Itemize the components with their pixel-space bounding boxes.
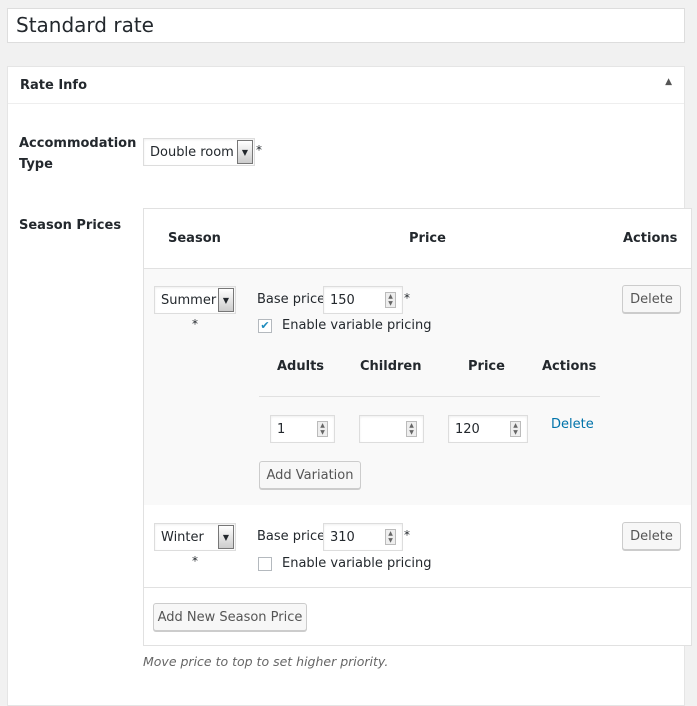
children-input[interactable]: ▲ ▼ [359,415,424,443]
rate-title-input[interactable]: Standard rate [7,8,685,43]
required-marker: * [192,317,198,331]
chevron-down-icon: ▼ [218,525,234,549]
price-header: Price [409,231,446,246]
chevron-down-icon: ▼ [237,140,253,164]
panel-header[interactable]: Rate Info ▲ [8,67,684,104]
variation-price-header: Price [468,359,505,374]
season-header: Season [168,231,221,246]
value: 120 [455,421,480,437]
selected-value: Double room [150,144,234,160]
selected-value: Winter [161,529,204,545]
variation-actions-header: Actions [542,359,597,374]
accommodation-type-label: Accommodation Type [19,136,137,172]
season-select-winter[interactable]: Winter ▼ [154,523,236,551]
season-select-summer[interactable]: Summer ▼ [154,286,236,314]
value: 1 [277,421,286,437]
add-variation-button[interactable]: Add Variation [259,461,361,489]
triangle-up-icon[interactable]: ▲ [665,77,672,87]
spinner-icon[interactable]: ▲ ▼ [317,421,328,437]
spinner-icon[interactable]: ▲ ▼ [510,421,521,437]
required-marker: * [256,143,262,157]
delete-season-button[interactable]: Delete [622,285,681,313]
variable-pricing-checkbox[interactable]: ✔ [258,319,272,333]
spinner-icon[interactable]: ▲ ▼ [385,529,396,545]
priority-hint: Move price to top to set higher priority… [143,654,389,669]
children-header: Children [360,359,422,374]
actions-header: Actions [623,231,678,246]
value: 310 [330,529,355,545]
variable-pricing-label: Enable variable pricing [282,556,432,571]
variable-pricing-checkbox[interactable] [258,557,272,571]
chevron-down-icon: ▼ [218,288,234,312]
base-price-label: Base price [257,529,326,544]
base-price-label: Base price [257,292,326,307]
variable-pricing-label: Enable variable pricing [282,318,432,333]
adults-header: Adults [277,359,325,374]
panel-heading: Rate Info [20,78,88,93]
required-marker: * [404,528,410,542]
delete-season-button[interactable]: Delete [622,522,681,550]
base-price-input[interactable]: 310 ▲ ▼ [323,523,403,551]
spinner-icon[interactable]: ▲ ▼ [385,292,396,308]
required-marker: * [404,291,410,305]
adults-input[interactable]: 1 ▲ ▼ [270,415,335,443]
season-prices-label: Season Prices [19,218,122,233]
delete-variation-link[interactable]: Delete [551,417,594,432]
required-marker: * [192,554,198,568]
add-new-season-price-button[interactable]: Add New Season Price [153,603,307,631]
spinner-icon[interactable]: ▲ ▼ [406,421,417,437]
accommodation-type-select[interactable]: Double room ▼ [143,138,255,166]
variation-price-input[interactable]: 120 ▲ ▼ [448,415,528,443]
value: 150 [330,292,355,308]
base-price-input[interactable]: 150 ▲ ▼ [323,286,403,314]
selected-value: Summer [161,292,217,308]
